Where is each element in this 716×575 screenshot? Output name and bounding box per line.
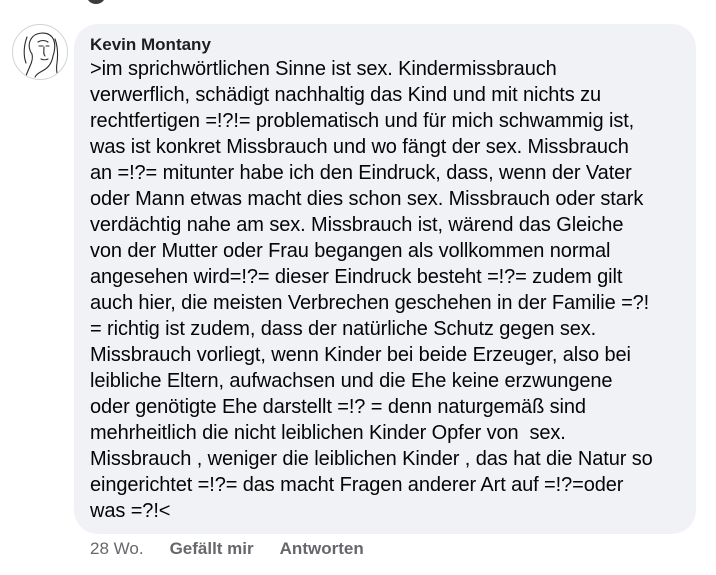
comment-text-line: oder Mann etwas macht dies schon sex. Mi… (90, 188, 644, 210)
comment-text-line: was =?!< (90, 500, 171, 522)
comment-author-name[interactable]: Kevin Montany (90, 34, 682, 56)
sketch-face-avatar-icon (23, 32, 60, 79)
comment-text-line: angesehen wird=!?= dieser Eindruck beste… (90, 266, 623, 288)
avatar[interactable] (12, 24, 68, 80)
comment-text-line: leibliche Eltern, aufwachsen und die Ehe… (90, 370, 613, 392)
comment-text-line: auch hier, die meisten Verbrechen gesche… (90, 292, 650, 314)
comment-text-line: an =!?= mitunter habe ich den Eindruck, … (90, 162, 632, 184)
comment-text-line: was ist konkret Missbrauch und wo fängt … (90, 136, 629, 158)
comment-text-line: verdächtig nahe am sex. Missbrauch ist, … (90, 214, 624, 236)
comment-text-line: von der Mutter oder Frau begangen als vo… (90, 240, 611, 262)
comment-text-line: >im sprichwörtlichen Sinne ist sex. Kind… (90, 58, 557, 80)
like-button[interactable]: Gefällt mir (170, 539, 254, 559)
comment-text-line: = richtig ist zudem, dass der natürliche… (90, 318, 597, 340)
comment-text-line: eingerichtet =!?= das macht Fragen ander… (90, 474, 624, 496)
comment-text: >im sprichwörtlichen Sinne ist sex. Kind… (90, 56, 682, 524)
comment-text-line: mehrheitlich die nicht leiblichen Kinder… (90, 422, 566, 444)
comment-text-line: rechtfertigen =!?!= problematisch und fü… (90, 110, 635, 132)
comment-text-line: verwerflich, schädigt nachhaltig das Kin… (90, 84, 602, 106)
comment-text-line: oder genötigte Ehe darstellt =!? = denn … (90, 396, 586, 418)
comment-text-line: Missbrauch , weniger die leiblichen Kind… (90, 448, 653, 470)
comment-bubble: Kevin Montany >im sprichwörtlichen Sinne… (74, 24, 696, 534)
comment-actions: 28 Wo. Gefällt mir Antworten (90, 537, 364, 561)
comment-timestamp[interactable]: 28 Wo. (90, 539, 144, 559)
comment-text-line: Missbrauch vorliegt, wenn Kinder bei bei… (90, 344, 631, 366)
reply-button[interactable]: Antworten (280, 539, 364, 559)
previous-comment-avatar[interactable] (86, 0, 106, 4)
